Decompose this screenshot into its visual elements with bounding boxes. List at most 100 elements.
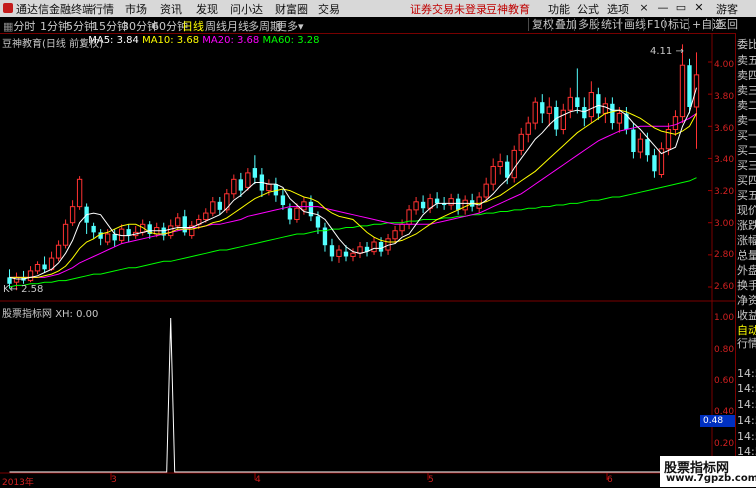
- candle-body-up: [27, 270, 34, 282]
- candle-body-up: [413, 201, 419, 211]
- candle-body-down: [112, 233, 117, 241]
- candle-body-up: [560, 109, 566, 131]
- quote-panel-label: 卖二: [737, 99, 756, 112]
- candle-body-up: [693, 74, 700, 108]
- candle-body-up: [301, 201, 307, 211]
- quote-panel-label[interactable]: 行情: [737, 335, 756, 351]
- y-tick: 4.00: [714, 60, 735, 70]
- candle-body-down: [126, 229, 131, 236]
- indicator-line: [9, 317, 697, 473]
- quote-panel-label: 涨跌: [737, 219, 756, 232]
- candle-body-down: [315, 216, 321, 228]
- candle-body-down: [455, 198, 461, 210]
- candle-body-up: [616, 112, 623, 124]
- watermark: 股票指标网 www.7gpzb.com: [660, 456, 756, 487]
- candles: [7, 44, 700, 291]
- candle-body-down: [420, 201, 426, 209]
- candle-body-up: [518, 133, 524, 151]
- quote-panel-label: 卖三: [737, 84, 756, 97]
- candle-body-up: [392, 230, 398, 240]
- quote-panel: 委比 卖五 卖四 卖三 卖二 卖一 买一 买二 买三 买四 买五 现价 涨跌 涨幅 总量 外盘 换手 净资 收益 自动…: [735, 33, 756, 487]
- candle-body-up: [399, 223, 405, 232]
- candle-body-down: [91, 225, 96, 233]
- candle-body-up: [224, 193, 230, 211]
- candle-body-up: [602, 103, 609, 114]
- candle-body-up: [511, 149, 517, 179]
- quote-panel-label[interactable]: 14:50: [737, 398, 756, 411]
- candle-body-down: [343, 251, 349, 257]
- quote-panel-label: 买二: [737, 144, 756, 157]
- candle-body-down: [596, 94, 601, 114]
- chart-grid: [0, 33, 735, 480]
- quote-panel-label: 现价: [737, 204, 756, 217]
- candle-body-up: [406, 209, 412, 225]
- low-value: 2.58: [21, 284, 44, 295]
- candle-body-up: [34, 264, 41, 272]
- y-tick: 3.40: [714, 155, 735, 165]
- candle-body-up: [525, 122, 531, 135]
- quote-panel-label: 卖一: [737, 114, 756, 127]
- candle-body-down: [645, 139, 650, 156]
- quote-panel-label: 总量: [737, 249, 756, 262]
- quote-panel-label[interactable]: 14:50: [737, 367, 756, 380]
- candle-body-up: [104, 233, 111, 243]
- candle-body-down: [329, 245, 335, 257]
- high-value: 4.11: [650, 46, 673, 57]
- quote-panel-label: 委比: [737, 38, 756, 51]
- candle-body-up: [69, 206, 76, 224]
- candle-body-up: [231, 178, 237, 195]
- candle-body-down: [287, 208, 293, 220]
- candle-body-up: [203, 212, 209, 220]
- candle-body-down: [687, 65, 692, 107]
- indicator-name[interactable]: 股票指标网: [2, 309, 52, 320]
- candle-body-down: [434, 198, 440, 204]
- high-marker: 4.11 →: [650, 46, 684, 57]
- candle-body-up: [588, 92, 595, 118]
- candle-body-up: [62, 223, 69, 246]
- candle-body-down: [631, 129, 636, 152]
- candle-body-up: [294, 207, 300, 220]
- y-tick: 3.60: [714, 124, 735, 134]
- quote-panel-label[interactable]: 14:50: [737, 430, 756, 443]
- candle-body-up: [55, 244, 62, 259]
- ind-y-tick: 0.60: [714, 376, 735, 386]
- indicator-value: XH: 0.00: [55, 309, 99, 320]
- quote-panel-label[interactable]: 14:50: [737, 414, 756, 427]
- candle-body-up: [497, 161, 503, 167]
- x-label: 2013年: [2, 478, 34, 488]
- quote-panel-label: 换手: [737, 279, 756, 292]
- low-marker: K← 2.58: [3, 284, 44, 295]
- candle-body-down: [610, 103, 615, 124]
- kline-chart[interactable]: [0, 0, 756, 487]
- candle-body-down: [505, 161, 510, 178]
- candle-body-up: [13, 276, 20, 283]
- candle-body-down: [582, 107, 587, 119]
- candle-body-up: [168, 225, 174, 237]
- quote-panel-label: 卖四: [737, 69, 756, 82]
- quote-panel-label: 买三: [737, 159, 756, 172]
- y-tick: 3.00: [714, 219, 735, 229]
- candle-body-up: [567, 96, 573, 111]
- quote-panel-label: 买五: [737, 189, 756, 202]
- candle-body-down: [378, 242, 384, 252]
- indicator-legend: 股票指标网 XH: 0.00: [2, 305, 98, 320]
- candle-body-up: [672, 116, 679, 131]
- candle-body-up: [76, 178, 83, 208]
- candle-body-up: [210, 201, 216, 214]
- y-tick: 2.60: [714, 282, 735, 292]
- ind-y-tick: 0.20: [714, 439, 735, 449]
- candle-body-up: [637, 138, 644, 153]
- quote-panel-label[interactable]: 14:50: [737, 382, 756, 395]
- candle-body-down: [308, 201, 314, 217]
- candle-body-down: [280, 195, 286, 206]
- candle-body-down: [238, 179, 244, 191]
- ind-y-tick: 1.00: [714, 313, 735, 323]
- candle-body-up: [266, 183, 272, 192]
- quote-panel-label: 净资: [737, 294, 756, 307]
- candle-body-down: [575, 97, 580, 107]
- quote-panel-label: 涨幅: [737, 234, 756, 247]
- candle-body-up: [371, 241, 377, 253]
- x-label: 5: [428, 475, 434, 485]
- xh-line: [9, 317, 697, 473]
- candle-body-up: [546, 106, 552, 114]
